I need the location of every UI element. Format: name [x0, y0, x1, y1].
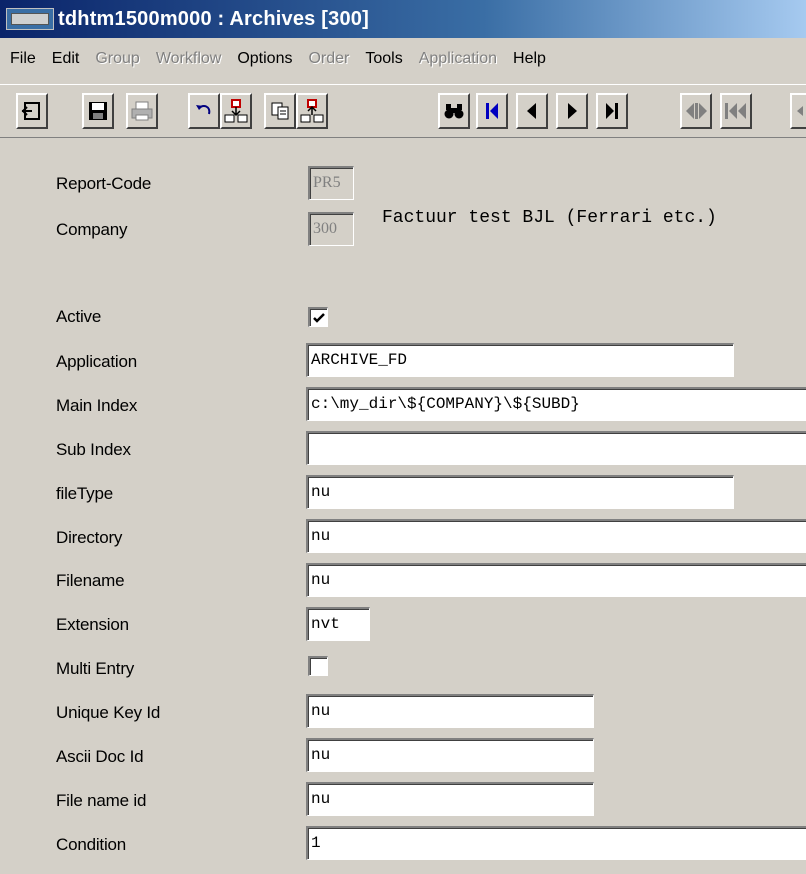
- insert-record-button[interactable]: [220, 93, 252, 129]
- previous-set-icon: [725, 103, 746, 119]
- insert-record-icon: [224, 99, 248, 123]
- first-set-icon: [686, 103, 707, 119]
- label-company: Company: [56, 220, 128, 239]
- first-set-button[interactable]: [680, 93, 712, 129]
- company-field[interactable]: 300: [308, 212, 354, 246]
- more-icon: [797, 106, 803, 116]
- toolbar: [0, 84, 806, 138]
- next-icon: [568, 103, 577, 119]
- window-title: tdhtm1500m000 : Archives [300]: [58, 7, 369, 30]
- next-record-button[interactable]: [556, 93, 588, 129]
- label-directory: Directory: [56, 528, 123, 547]
- menu-edit[interactable]: Edit: [44, 50, 88, 68]
- undo-icon: [196, 105, 211, 115]
- label-extension: Extension: [56, 615, 129, 634]
- first-record-button[interactable]: [476, 93, 508, 129]
- application-field[interactable]: ARCHIVE_FD: [306, 343, 734, 377]
- exit-button[interactable]: [16, 93, 48, 129]
- save-icon: [89, 102, 107, 120]
- undo-button[interactable]: [188, 93, 220, 129]
- binoculars-icon: [444, 104, 464, 119]
- menu-options[interactable]: Options: [229, 50, 300, 68]
- menu-order[interactable]: Order: [300, 50, 357, 68]
- last-record-icon: [606, 103, 618, 119]
- copy-button[interactable]: [264, 93, 296, 129]
- save-button[interactable]: [82, 93, 114, 129]
- directory-field[interactable]: nu: [306, 519, 806, 553]
- previous-set-button[interactable]: [720, 93, 752, 129]
- checkmark-icon: [312, 312, 325, 323]
- label-sub-index: Sub Index: [56, 440, 131, 459]
- condition-field[interactable]: 1: [306, 826, 806, 860]
- menu-bar: File Edit Group Workflow Options Order T…: [0, 45, 806, 73]
- exit-icon: [21, 102, 40, 120]
- file-name-id-field[interactable]: nu: [306, 782, 594, 816]
- label-file-type: fileType: [56, 484, 113, 503]
- print-button[interactable]: [126, 93, 158, 129]
- menu-workflow[interactable]: Workflow: [148, 50, 230, 68]
- label-unique-key-id: Unique Key Id: [56, 703, 161, 722]
- label-multi-entry: Multi Entry: [56, 659, 135, 678]
- filename-field[interactable]: nu: [306, 563, 806, 597]
- last-record-button[interactable]: [596, 93, 628, 129]
- label-condition: Condition: [56, 835, 127, 854]
- menu-help[interactable]: Help: [505, 50, 554, 68]
- label-filename: Filename: [56, 571, 125, 590]
- label-main-index: Main Index: [56, 396, 138, 415]
- menu-file[interactable]: File: [0, 50, 44, 68]
- ascii-doc-id-field[interactable]: nu: [306, 738, 594, 772]
- report-code-description: Factuur test BJL (Ferrari etc.): [382, 208, 717, 228]
- unique-key-id-field[interactable]: nu: [306, 694, 594, 728]
- file-type-field[interactable]: nu: [306, 475, 734, 509]
- label-active: Active: [56, 307, 102, 326]
- delete-record-button[interactable]: [296, 93, 328, 129]
- label-application: Application: [56, 352, 137, 371]
- menu-group[interactable]: Group: [87, 50, 147, 68]
- menu-application[interactable]: Application: [411, 50, 505, 68]
- more-toolbar-button[interactable]: [790, 93, 806, 129]
- previous-record-button[interactable]: [516, 93, 548, 129]
- menu-tools[interactable]: Tools: [357, 50, 410, 68]
- find-button[interactable]: [438, 93, 470, 129]
- label-ascii-doc-id: Ascii Doc Id: [56, 747, 144, 766]
- print-icon: [131, 101, 153, 121]
- previous-icon: [527, 103, 536, 119]
- copy-icon: [271, 102, 289, 120]
- delete-record-icon: [300, 99, 324, 123]
- extension-field[interactable]: nvt: [306, 607, 370, 641]
- app-icon[interactable]: [6, 8, 54, 30]
- sub-index-field[interactable]: [306, 431, 806, 465]
- main-index-field[interactable]: c:\my_dir\${COMPANY}\${SUBD}: [306, 387, 806, 421]
- title-bar[interactable]: tdhtm1500m000 : Archives [300]: [0, 0, 806, 38]
- label-report-code: Report-Code: [56, 174, 152, 193]
- first-record-icon: [486, 103, 498, 119]
- active-checkbox[interactable]: [308, 307, 328, 327]
- report-code-field[interactable]: PR5: [308, 166, 354, 200]
- label-file-name-id: File name id: [56, 791, 147, 810]
- multi-entry-checkbox[interactable]: [308, 656, 328, 676]
